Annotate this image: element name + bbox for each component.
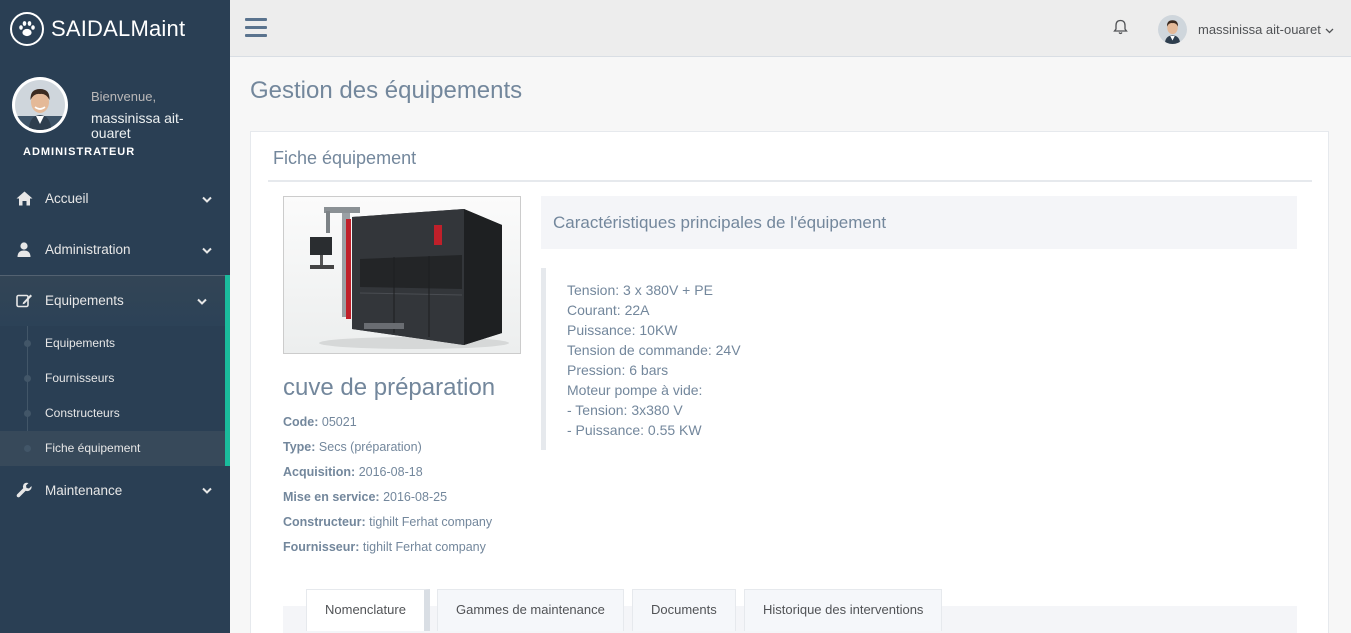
property-label: Acquisition: — [283, 465, 356, 479]
property-acquisition: Acquisition: 2016-08-18 — [283, 462, 492, 487]
property-fournisseur: Fournisseur: tighilt Ferhat company — [283, 537, 492, 562]
tab-historique-des-interventions[interactable]: Historique des interventions — [744, 589, 943, 631]
property-label: Code: — [283, 415, 319, 429]
property-value: tighilt Ferhat company — [362, 540, 486, 554]
sidebar-menu-bottom: Maintenance — [0, 466, 230, 514]
sidebar-item-maintenance[interactable]: Maintenance — [0, 466, 230, 514]
role-label: ADMINISTRATEUR — [23, 146, 136, 158]
property-type: Type: Secs (préparation) — [283, 437, 492, 462]
user-name: massinissa ait-ouaret — [1198, 21, 1321, 37]
brand[interactable]: SAIDALMaint — [0, 0, 230, 57]
characteristics-list: Tension: 3 x 380V + PE Courant: 22A Puis… — [541, 268, 1241, 450]
submenu-item-constructeurs[interactable]: Constructeurs — [0, 396, 225, 431]
spec-line: Tension: 3 x 380V + PE — [567, 282, 713, 298]
property-value: tighilt Ferhat company — [369, 515, 493, 529]
tab-gammes-de-maintenance[interactable]: Gammes de maintenance — [437, 589, 624, 631]
equipment-panel: Fiche équipement cuve de préparation Cod… — [250, 131, 1329, 633]
equipment-name: cuve de préparation — [283, 374, 496, 401]
chevron-down-icon — [1325, 22, 1334, 37]
page-title: Gestion des équipements — [250, 77, 523, 104]
chevron-down-icon — [202, 483, 212, 498]
paw-icon — [10, 11, 44, 46]
sidebar-item-label: Maintenance — [45, 482, 123, 498]
spec-line: - Puissance: 0.55 KW — [567, 422, 702, 438]
sidebar: SAIDALMaint Bienvenue, massinissa ait-ou… — [0, 0, 230, 633]
property-label: Fournisseur: — [283, 540, 360, 554]
edit-icon — [15, 292, 33, 310]
property-label: Constructeur: — [283, 515, 366, 529]
property-value: 05021 — [321, 415, 357, 429]
user-icon — [15, 241, 33, 259]
submenu-item-fiche-equipement[interactable]: Fiche équipement — [0, 431, 225, 466]
property-label: Type: — [283, 440, 316, 454]
sidebar-item-label: Administration — [45, 242, 131, 257]
property-value: 2016-08-25 — [383, 490, 448, 504]
equipements-submenu: Equipements Fournisseurs Constructeurs F… — [0, 326, 230, 466]
sidebar-item-administration[interactable]: Administration — [0, 224, 230, 275]
submenu-item-fournisseurs[interactable]: Fournisseurs — [0, 361, 225, 396]
submenu-item-equipements[interactable]: Equipements — [0, 326, 225, 361]
spec-line: Pression: 6 bars — [567, 362, 669, 378]
property-label: Mise en service: — [283, 490, 380, 504]
spec-line: Courant: 22A — [567, 302, 650, 318]
bell-icon[interactable] — [1113, 19, 1128, 38]
property-value: 2016-08-18 — [358, 465, 423, 479]
tab-documents[interactable]: Documents — [632, 589, 736, 631]
sidebar-item-accueil[interactable]: Accueil — [0, 173, 230, 224]
top-navbar: massinissa ait-ouaret — [230, 0, 1351, 57]
sidebar-menu: Accueil Administration Equipements — [0, 173, 230, 326]
property-mise-en-service: Mise en service: 2016-08-25 — [283, 487, 492, 512]
spec-line: Puissance: 10KW — [567, 322, 678, 338]
user-avatar — [1158, 14, 1187, 44]
home-icon — [15, 190, 33, 208]
property-code: Code: 05021 — [283, 412, 492, 437]
user-menu[interactable]: massinissa ait-ouaret — [1158, 14, 1334, 44]
characteristics-title: Caractéristiques principales de l'équipe… — [553, 213, 887, 232]
panel-divider — [268, 180, 1312, 182]
equipment-properties: Code: 05021 Type: Secs (préparation) Acq… — [283, 412, 492, 562]
brand-name: SAIDALMaint — [51, 15, 186, 41]
tab-nomenclature[interactable]: Nomenclature — [306, 589, 430, 631]
chevron-down-icon — [202, 191, 212, 206]
chevron-down-icon — [202, 242, 212, 257]
property-constructeur: Constructeur: tighilt Ferhat company — [283, 512, 492, 537]
profile: Bienvenue, massinissa ait-ouaret — [0, 57, 230, 145]
chevron-down-icon — [197, 293, 207, 308]
spec-line: Moteur pompe à vide: — [567, 382, 703, 398]
sidebar-item-label: Equipements — [45, 293, 124, 308]
wrench-icon — [15, 481, 33, 499]
sidebar-item-label: Accueil — [45, 191, 89, 206]
characteristics-header: Caractéristiques principales de l'équipe… — [541, 196, 1297, 249]
spec-line: - Tension: 3x380 V — [567, 402, 683, 418]
spec-line: Tension de commande: 24V — [567, 342, 741, 358]
profile-name: massinissa ait-ouaret — [91, 110, 184, 141]
equipment-image — [283, 196, 521, 354]
menu-toggle-icon[interactable] — [245, 18, 267, 38]
avatar — [12, 77, 68, 133]
welcome-text: Bienvenue, — [91, 89, 157, 104]
sidebar-item-equipements[interactable]: Equipements — [0, 275, 230, 326]
panel-title: Fiche équipement — [273, 148, 417, 168]
property-value: Secs (préparation) — [318, 440, 422, 454]
main-content: Gestion des équipements Fiche équipement — [230, 57, 1351, 633]
